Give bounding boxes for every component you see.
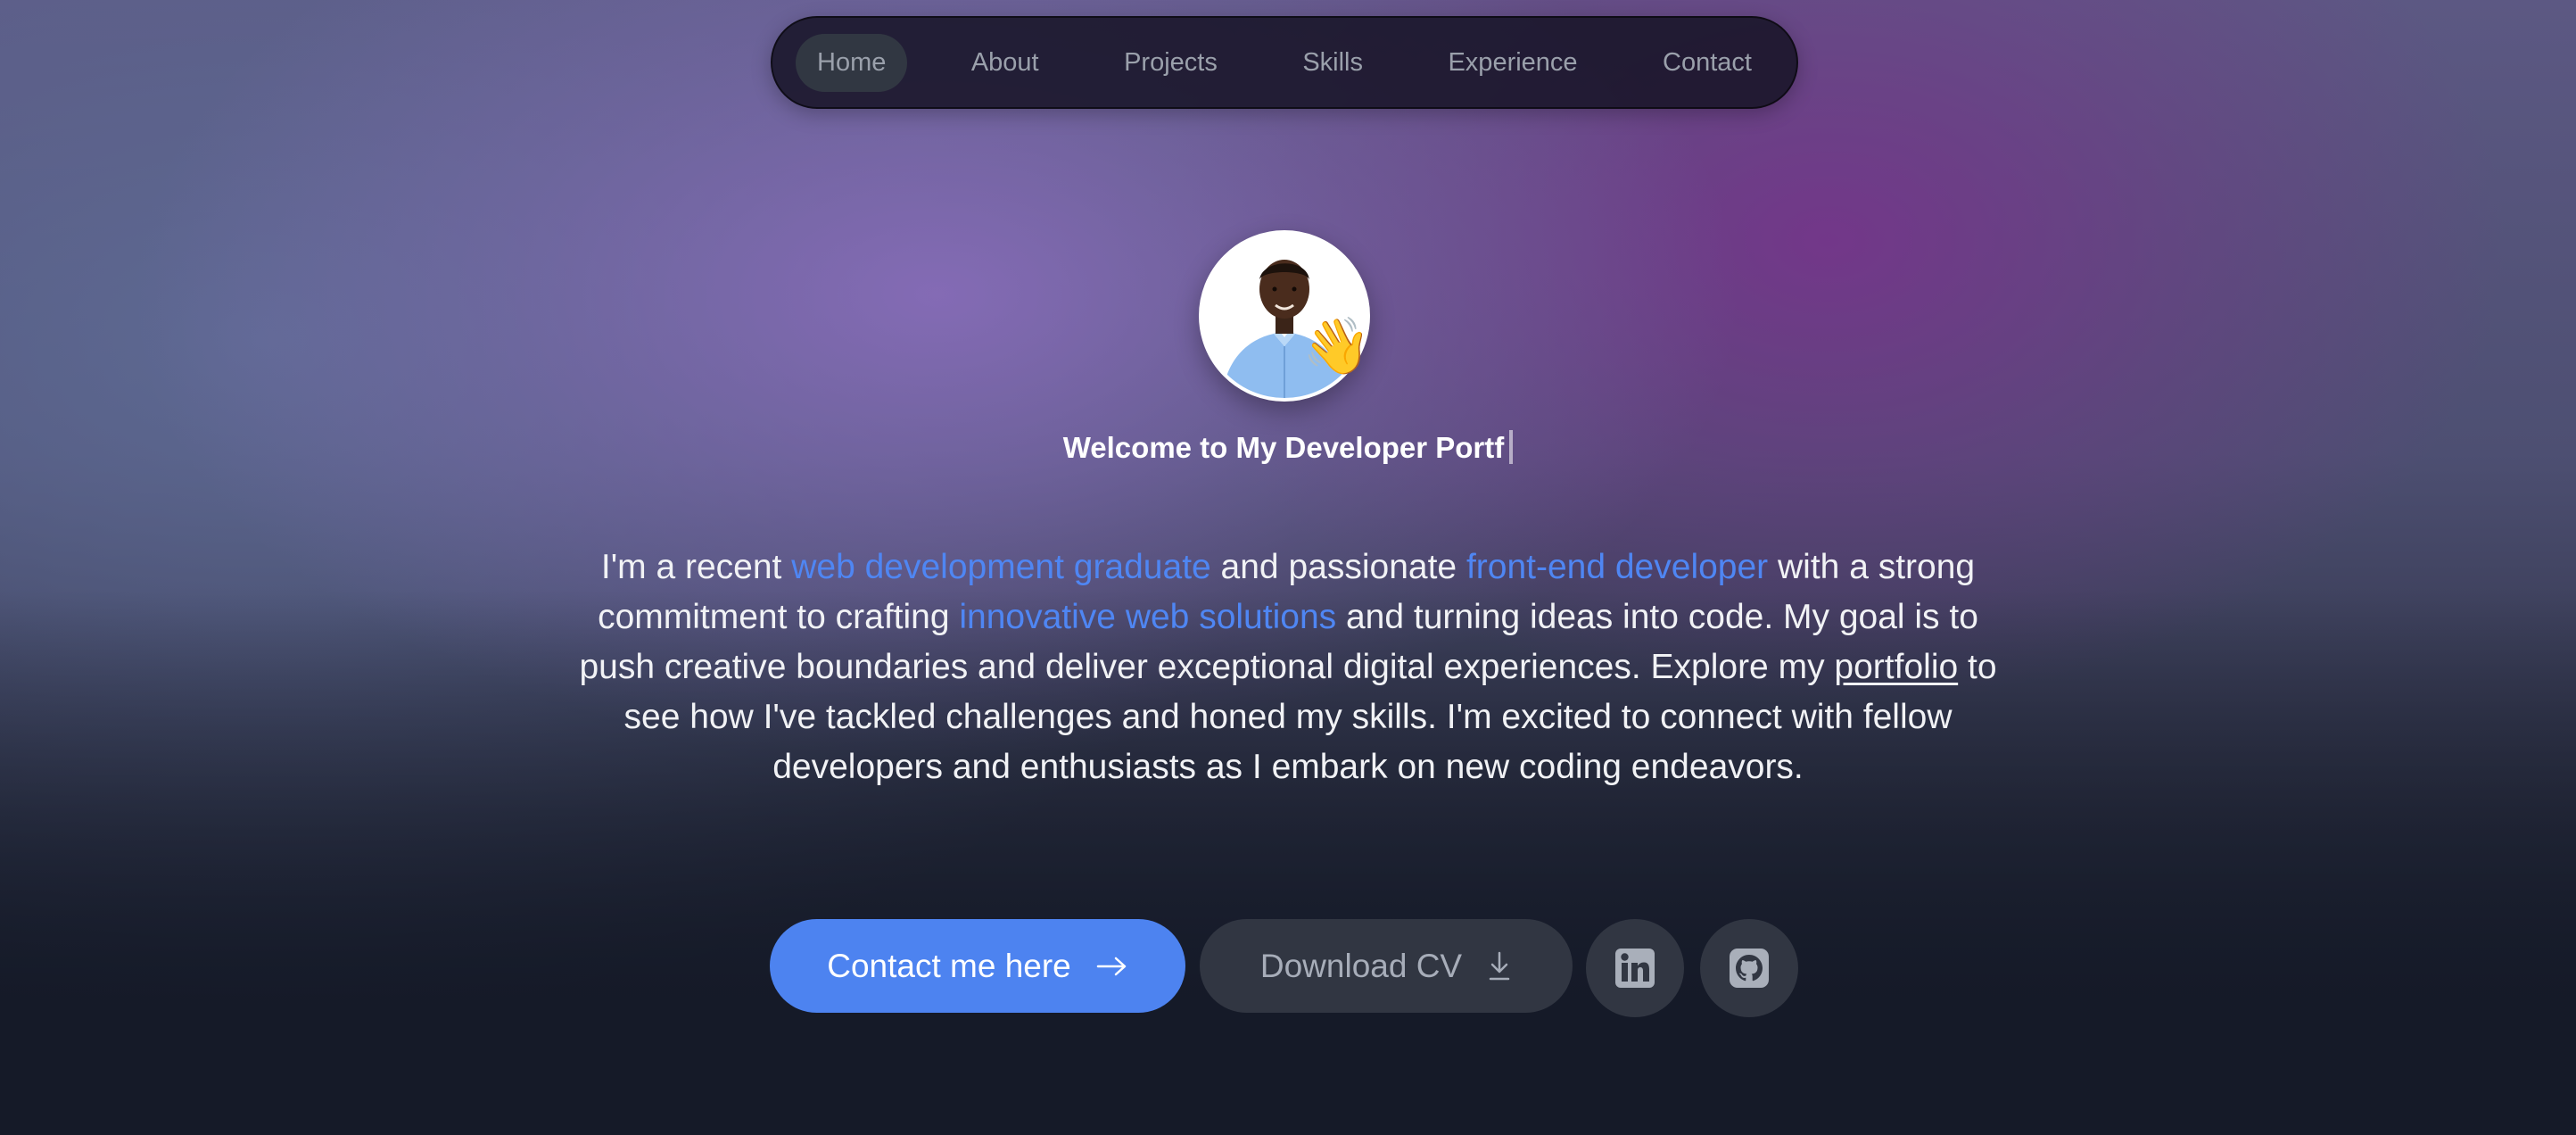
top-navbar: Home About Projects Skills Experience Co… xyxy=(771,16,1798,109)
arrow-right-icon xyxy=(1096,956,1128,977)
nav-item-skills[interactable]: Skills xyxy=(1281,34,1384,92)
intro-text-2: and passionate xyxy=(1210,548,1466,586)
highlight-web-dev-graduate: web development graduate xyxy=(791,548,1211,586)
waving-hand-icon: 👋 xyxy=(1302,316,1372,377)
highlight-front-end-developer: front-end developer xyxy=(1466,548,1769,586)
portfolio-link[interactable]: portfolio xyxy=(1834,648,1958,686)
download-cv-button[interactable]: Download CV xyxy=(1200,919,1573,1013)
download-cv-label: Download CV xyxy=(1259,947,1463,984)
nav-item-experience[interactable]: Experience xyxy=(1426,34,1598,92)
nav-item-home[interactable]: Home xyxy=(796,33,908,92)
nav-item-projects[interactable]: Projects xyxy=(1102,34,1239,92)
nav-item-contact[interactable]: Contact xyxy=(1641,34,1773,92)
highlight-innovative-web-solutions: innovative web solutions xyxy=(959,598,1337,636)
headline-text: Welcome to My Developer Portf xyxy=(1062,431,1505,464)
page-title: Welcome to My Developer Portf xyxy=(0,430,2576,465)
nav-item-about[interactable]: About xyxy=(950,34,1061,92)
linkedin-button[interactable] xyxy=(1586,919,1684,1017)
avatar-container: 👋 xyxy=(1199,230,1372,402)
contact-me-button[interactable]: Contact me here xyxy=(770,919,1185,1013)
contact-me-label: Contact me here xyxy=(827,947,1071,984)
github-button[interactable] xyxy=(1700,919,1798,1017)
linkedin-icon xyxy=(1614,948,1655,989)
intro-text-1: I'm a recent xyxy=(600,548,792,586)
intro-paragraph: I'm a recent web development graduate an… xyxy=(574,543,2002,792)
typing-caret xyxy=(1509,430,1514,464)
download-icon xyxy=(1487,951,1512,982)
github-icon xyxy=(1729,948,1770,989)
